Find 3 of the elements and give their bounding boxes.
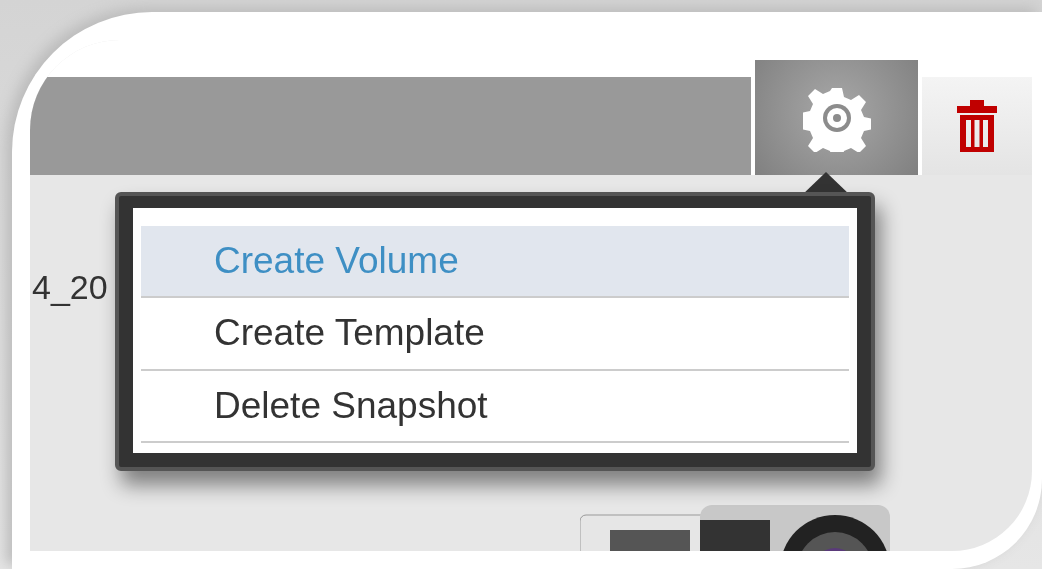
trash-icon[interactable]: [957, 100, 997, 152]
row-text: 4_20: [32, 267, 108, 308]
settings-button[interactable]: [755, 60, 918, 175]
